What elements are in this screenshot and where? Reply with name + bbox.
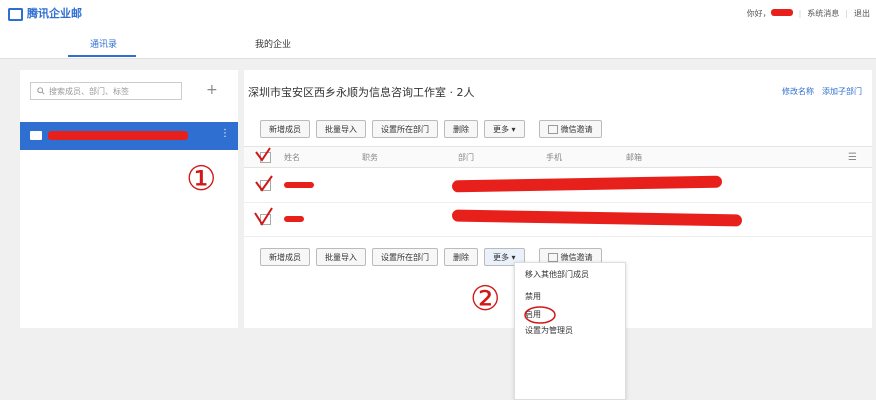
active-tab-indicator [68, 55, 136, 57]
member-toolbar-top: 新增成员 批量导入 设置所在部门 删除 更多 ▾ 微信邀请 [260, 120, 602, 138]
wechat-icon [547, 252, 558, 262]
folder-icon [30, 131, 42, 140]
system-messages-link[interactable]: 系统消息 [807, 8, 839, 19]
column-phone: 手机 [546, 153, 562, 162]
redacted-name [284, 216, 304, 222]
search-icon [37, 87, 45, 95]
column-name: 姓名 [284, 153, 300, 162]
set-department-button[interactable]: 设置所在部门 [372, 120, 438, 138]
column-settings-icon[interactable]: ☰ [848, 152, 857, 163]
more-dropdown-menu: 移入其他部门成员 禁用 启用 设置为管理员 [514, 262, 626, 400]
sidebar-item-department[interactable]: ⋮ [20, 122, 238, 150]
row-checkbox[interactable] [260, 214, 271, 225]
rename-department-link[interactable]: 修改名称 [782, 86, 814, 97]
logo-icon [8, 7, 23, 21]
set-department-button[interactable]: 设置所在部门 [372, 248, 438, 266]
add-member-button[interactable]: 新增成员 [260, 120, 310, 138]
app-logo[interactable]: 腾讯企业邮 [8, 5, 82, 21]
menu-item-move-members[interactable]: 移入其他部门成员 [525, 269, 589, 280]
department-sidebar: 搜索成员、部门、标签 + ⋮ [20, 70, 238, 328]
select-all-checkbox[interactable] [260, 152, 271, 163]
search-placeholder: 搜索成员、部门、标签 [49, 86, 129, 96]
add-subdepartment-link[interactable]: 添加子部门 [822, 86, 862, 97]
column-department: 部门 [458, 153, 474, 162]
department-actions: 修改名称 添加子部门 [782, 86, 862, 97]
member-search-input[interactable]: 搜索成员、部门、标签 [30, 82, 182, 100]
delete-button[interactable]: 删除 [444, 120, 478, 138]
department-title: 深圳市宝安区西乡永顺为信息咨询工作室 · 2人 [248, 86, 475, 99]
wechat-icon [547, 124, 558, 134]
redacted-details [451, 209, 743, 227]
table-row[interactable] [244, 168, 872, 203]
add-member-button[interactable]: 新增成员 [260, 248, 310, 266]
menu-item-disable[interactable]: 禁用 [525, 291, 541, 302]
tab-contacts[interactable]: 通讯录 [90, 37, 117, 50]
delete-button[interactable]: 删除 [444, 248, 478, 266]
batch-import-button[interactable]: 批量导入 [316, 120, 366, 138]
menu-item-enable[interactable]: 启用 [525, 309, 541, 320]
menu-item-set-admin[interactable]: 设置为管理员 [525, 325, 573, 336]
app-name: 腾讯企业邮 [27, 7, 82, 20]
top-bar: 腾讯企业邮 你好， | 系统消息 | 退出 [0, 0, 876, 30]
wechat-invite-label: 微信邀请 [560, 252, 593, 262]
table-row[interactable] [244, 202, 872, 237]
member-table-header: 姓名 职务 部门 手机 邮箱 ☰ [244, 146, 872, 168]
tab-my-enterprise[interactable]: 我的企业 [255, 37, 291, 50]
greeting: 你好， [747, 8, 793, 19]
divider: | [798, 9, 802, 18]
add-department-button[interactable]: + [206, 82, 218, 98]
member-panel: 深圳市宝安区西乡永顺为信息咨询工作室 · 2人 修改名称 添加子部门 新增成员 … [244, 70, 872, 400]
logout-link[interactable]: 退出 [854, 8, 870, 19]
redacted-details [451, 175, 723, 193]
more-dropdown-button[interactable]: 更多 ▾ [484, 120, 525, 138]
column-title: 职务 [362, 153, 378, 162]
wechat-invite-label: 微信邀请 [560, 124, 593, 134]
divider: | [845, 9, 848, 18]
batch-import-button[interactable]: 批量导入 [316, 248, 366, 266]
department-more-icon[interactable]: ⋮ [220, 128, 230, 139]
redacted-department-name [48, 131, 188, 140]
column-email: 邮箱 [626, 153, 642, 162]
wechat-invite-button[interactable]: 微信邀请 [538, 120, 602, 138]
top-right-links: 你好， | 系统消息 | 退出 [747, 8, 870, 19]
row-checkbox[interactable] [260, 180, 271, 191]
nav-bar: 通讯录 我的企业 [0, 30, 876, 59]
redacted-name [284, 182, 314, 188]
